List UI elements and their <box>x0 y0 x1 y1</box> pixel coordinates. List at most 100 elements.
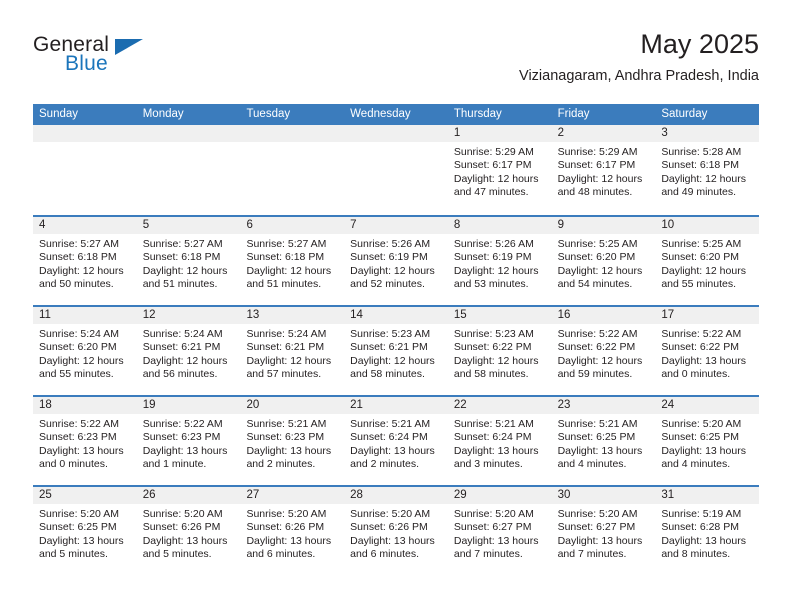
day-details: Sunrise: 5:25 AM Sunset: 6:20 PM Daylight:… <box>655 234 759 292</box>
day-cell[interactable]: 15 Sunrise: 5:23 AM Sunset: 6:22 PM Dayligh… <box>447 307 552 395</box>
day-details: Sunrise: 5:28 AM Sunset: 6:18 PM Daylight:… <box>655 142 759 200</box>
day-number: 10 <box>655 217 760 234</box>
day-cell[interactable]: 1 Sunrise: 5:29 AM Sunset: 6:17 PM Daylight… <box>447 125 552 215</box>
day-cell[interactable]: 2 Sunrise: 5:29 AM Sunset: 6:17 PM Daylight… <box>551 125 656 215</box>
day-detail-line: and 4 minutes. <box>557 458 627 471</box>
calendar-week-row: 4 Sunrise: 5:27 AM Sunset: 6:18 PM Daylight… <box>33 215 760 305</box>
day-number: 18 <box>33 397 137 414</box>
day-cell[interactable]: 4 Sunrise: 5:27 AM Sunset: 6:18 PM Daylight… <box>33 217 137 305</box>
day-cell[interactable]: 17 Sunrise: 5:22 AM Sunset: 6:22 PM Dayligh… <box>655 307 760 395</box>
day-detail-line: Daylight: 12 hours <box>453 264 539 277</box>
day-cell[interactable]: 30 Sunrise: 5:20 AM Sunset: 6:27 PM Dayligh… <box>551 487 656 575</box>
day-detail-line: Sunrise: 5:20 AM <box>39 508 119 520</box>
day-number <box>136 125 241 142</box>
day-detail-line: Sunset: 6:19 PM <box>350 251 428 264</box>
day-detail-line: and 52 minutes. <box>350 278 425 291</box>
day-detail-line: Sunset: 6:23 PM <box>142 431 221 444</box>
day-cell[interactable]: 24 Sunrise: 5:20 AM Sunset: 6:25 PM Dayligh… <box>655 397 760 485</box>
day-detail-line: Daylight: 12 hours <box>142 354 228 367</box>
day-number: 4 <box>33 217 137 234</box>
page-subtitle: Vizianagaram, Andhra Pradesh, India <box>519 68 759 84</box>
day-details <box>137 142 241 146</box>
day-cell[interactable]: 13 Sunrise: 5:24 AM Sunset: 6:21 PM Dayligh… <box>240 307 345 395</box>
day-detail-line: Sunrise: 5:24 AM <box>246 328 327 340</box>
day-cell[interactable]: 9 Sunrise: 5:25 AM Sunset: 6:20 PM Daylight… <box>551 217 656 305</box>
day-detail-line: Daylight: 12 hours <box>557 172 643 185</box>
calendar-week-row: 25 Sunrise: 5:20 AM Sunset: 6:25 PM Dayligh… <box>33 485 760 575</box>
day-detail-line: Sunrise: 5:21 AM <box>246 418 327 430</box>
day-number: 16 <box>551 307 656 324</box>
day-cell[interactable]: 18 Sunrise: 5:22 AM Sunset: 6:23 PM Dayligh… <box>33 397 137 485</box>
day-number: 20 <box>240 397 345 414</box>
day-number: 13 <box>240 307 345 324</box>
day-detail-line: Sunrise: 5:23 AM <box>453 328 534 340</box>
day-cell[interactable]: 8 Sunrise: 5:26 AM Sunset: 6:19 PM Daylight… <box>447 217 552 305</box>
day-cell[interactable]: 5 Sunrise: 5:27 AM Sunset: 6:18 PM Daylight… <box>136 217 241 305</box>
day-number: 30 <box>551 487 656 504</box>
day-cell[interactable]: 6 Sunrise: 5:27 AM Sunset: 6:18 PM Daylight… <box>240 217 345 305</box>
day-detail-line: Sunset: 6:26 PM <box>246 521 325 534</box>
day-detail-line: Sunset: 6:22 PM <box>453 341 532 354</box>
day-cell[interactable]: 12 Sunrise: 5:24 AM Sunset: 6:21 PM Dayligh… <box>136 307 241 395</box>
day-detail-line: Sunrise: 5:21 AM <box>350 418 431 430</box>
day-cell[interactable]: 27 Sunrise: 5:20 AM Sunset: 6:26 PM Dayligh… <box>240 487 345 575</box>
day-cell[interactable]: 26 Sunrise: 5:20 AM Sunset: 6:26 PM Dayligh… <box>136 487 241 575</box>
day-cell[interactable]: 23 Sunrise: 5:21 AM Sunset: 6:25 PM Dayligh… <box>551 397 656 485</box>
day-cell[interactable]: 25 Sunrise: 5:20 AM Sunset: 6:25 PM Dayligh… <box>33 487 137 575</box>
day-detail-line: Daylight: 12 hours <box>246 264 332 277</box>
day-cell[interactable]: 29 Sunrise: 5:20 AM Sunset: 6:27 PM Dayligh… <box>447 487 552 575</box>
day-number: 17 <box>655 307 760 324</box>
day-cell[interactable]: 10 Sunrise: 5:25 AM Sunset: 6:20 PM Dayligh… <box>655 217 760 305</box>
day-number <box>240 125 345 142</box>
day-cell[interactable]: 21 Sunrise: 5:21 AM Sunset: 6:24 PM Dayligh… <box>344 397 448 485</box>
brand-logo[interactable]: General Blue <box>33 34 253 88</box>
day-detail-line: and 3 minutes. <box>453 458 523 471</box>
day-details: Sunrise: 5:24 AM Sunset: 6:20 PM Daylight:… <box>33 324 137 382</box>
day-detail-line: Sunrise: 5:27 AM <box>246 238 327 250</box>
weekday-header-tuesday: Tuesday <box>246 108 291 120</box>
day-detail-line: Sunset: 6:25 PM <box>661 431 739 444</box>
calendar-week-row: 18 Sunrise: 5:22 AM Sunset: 6:23 PM Dayligh… <box>33 395 760 485</box>
day-cell[interactable]: 28 Sunrise: 5:20 AM Sunset: 6:26 PM Dayligh… <box>344 487 448 575</box>
day-cell[interactable]: 11 Sunrise: 5:24 AM Sunset: 6:20 PM Dayligh… <box>33 307 137 395</box>
day-detail-line: Daylight: 13 hours <box>453 534 539 547</box>
day-cell[interactable]: 20 Sunrise: 5:21 AM Sunset: 6:23 PM Dayligh… <box>240 397 345 485</box>
day-cell[interactable]: 22 Sunrise: 5:21 AM Sunset: 6:24 PM Dayligh… <box>447 397 552 485</box>
day-detail-line: Sunrise: 5:24 AM <box>39 328 119 340</box>
day-details: Sunrise: 5:20 AM Sunset: 6:27 PM Daylight:… <box>448 504 552 562</box>
day-detail-line: Sunset: 6:20 PM <box>661 251 739 264</box>
calendar-week-row: 11 Sunrise: 5:24 AM Sunset: 6:20 PM Dayligh… <box>33 305 760 395</box>
day-detail-line: Sunset: 6:26 PM <box>142 521 221 534</box>
day-cell[interactable]: 16 Sunrise: 5:22 AM Sunset: 6:22 PM Dayligh… <box>551 307 656 395</box>
day-details: Sunrise: 5:23 AM Sunset: 6:22 PM Daylight:… <box>448 324 552 382</box>
day-cell[interactable]: 7 Sunrise: 5:26 AM Sunset: 6:19 PM Daylight… <box>344 217 448 305</box>
day-cell-empty <box>240 125 345 215</box>
day-number: 23 <box>551 397 656 414</box>
day-detail-line: Daylight: 13 hours <box>39 534 124 547</box>
day-detail-line: Daylight: 12 hours <box>557 264 643 277</box>
day-detail-line: Sunrise: 5:22 AM <box>39 418 119 430</box>
day-cell[interactable]: 3 Sunrise: 5:28 AM Sunset: 6:18 PM Daylight… <box>655 125 760 215</box>
title-block: May 2025 Vizianagaram, Andhra Pradesh, I… <box>519 28 759 86</box>
day-detail-line: and 7 minutes. <box>557 548 627 561</box>
day-cell[interactable]: 19 Sunrise: 5:22 AM Sunset: 6:23 PM Dayligh… <box>136 397 241 485</box>
day-cell-empty <box>344 125 448 215</box>
day-detail-line: Daylight: 12 hours <box>661 264 746 277</box>
day-detail-line: Daylight: 13 hours <box>39 444 124 457</box>
day-number <box>344 125 448 142</box>
day-number: 11 <box>33 307 137 324</box>
day-cell[interactable]: 31 Sunrise: 5:19 AM Sunset: 6:28 PM Dayligh… <box>655 487 760 575</box>
day-detail-line: Sunset: 6:25 PM <box>557 431 636 444</box>
day-details <box>240 142 344 146</box>
day-cell[interactable]: 14 Sunrise: 5:23 AM Sunset: 6:21 PM Dayligh… <box>344 307 448 395</box>
day-detail-line: Daylight: 13 hours <box>557 534 643 547</box>
day-detail-line: Daylight: 12 hours <box>661 172 746 185</box>
day-detail-line: Sunrise: 5:19 AM <box>661 508 742 520</box>
day-details: Sunrise: 5:20 AM Sunset: 6:25 PM Daylight:… <box>655 414 759 472</box>
day-detail-line: Daylight: 12 hours <box>39 354 124 367</box>
day-detail-line: and 48 minutes. <box>557 186 633 199</box>
day-detail-line: Sunset: 6:17 PM <box>453 159 532 172</box>
day-detail-line: Daylight: 12 hours <box>39 264 124 277</box>
day-details: Sunrise: 5:27 AM Sunset: 6:18 PM Daylight:… <box>33 234 137 292</box>
day-detail-line: and 51 minutes. <box>246 278 322 291</box>
